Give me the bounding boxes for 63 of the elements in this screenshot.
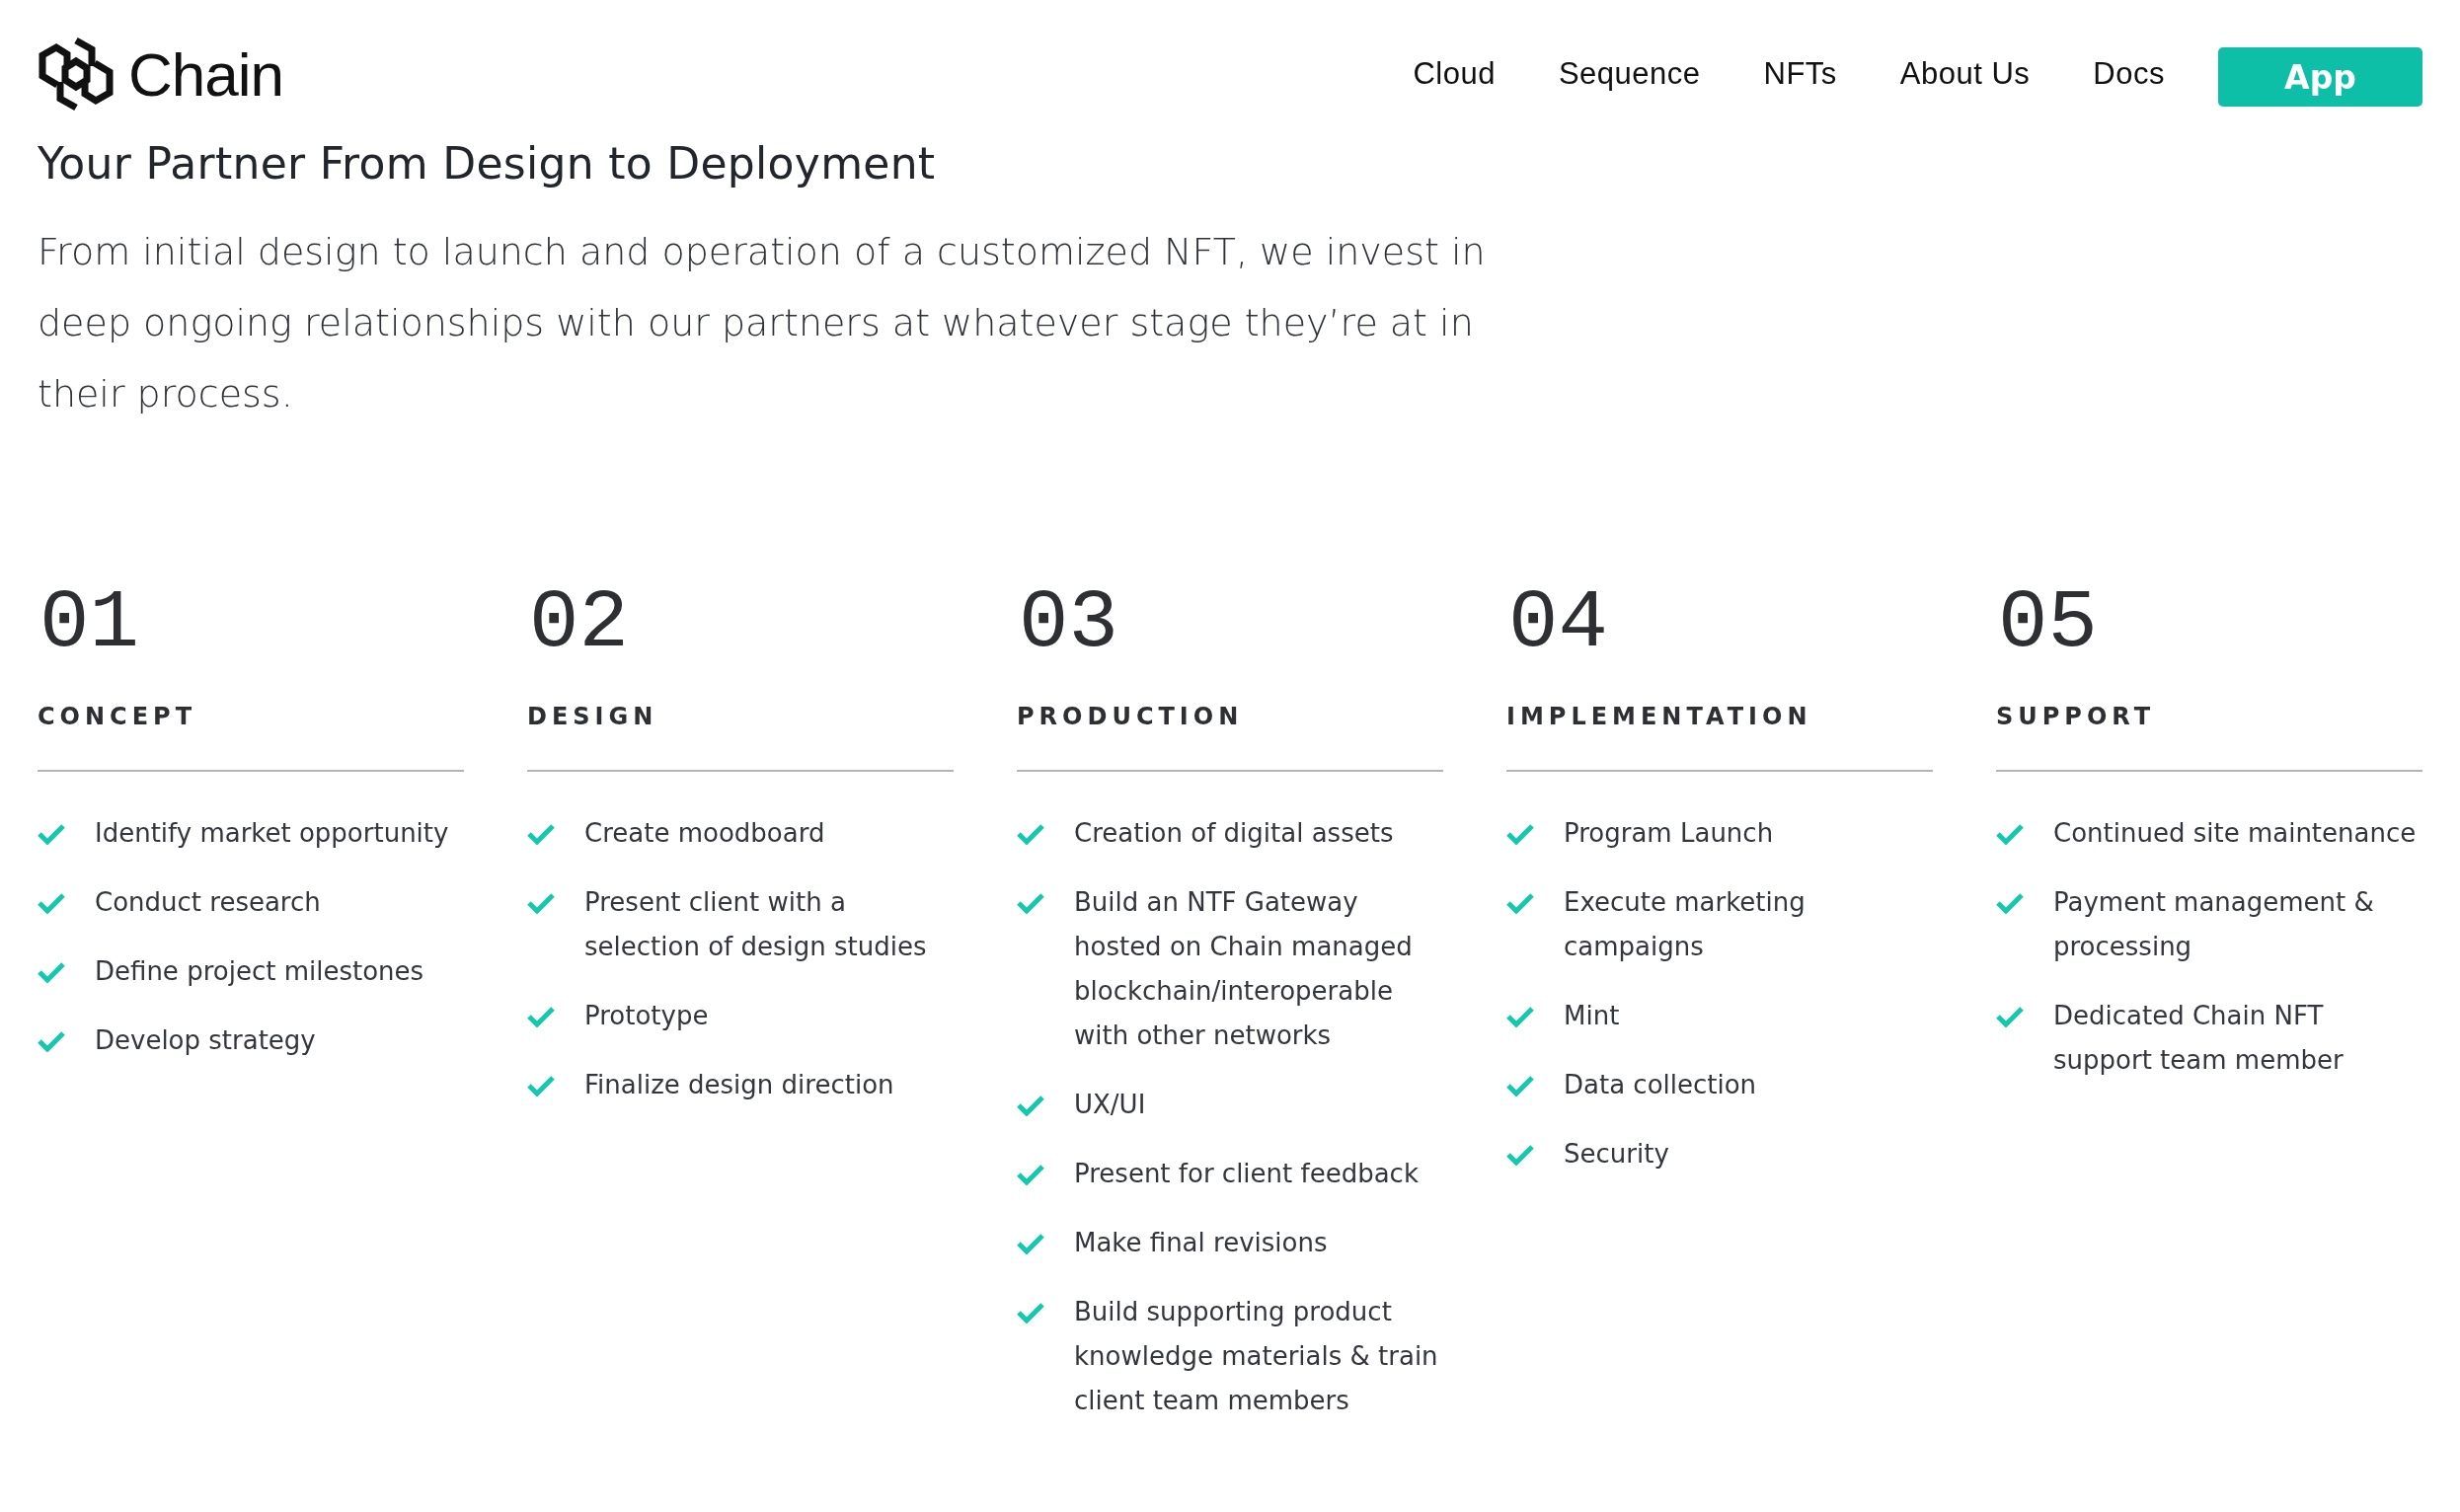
check-icon xyxy=(1017,1302,1044,1323)
check-icon xyxy=(1996,1006,2024,1027)
page-heading: Your Partner From Design to Deployment xyxy=(38,138,937,189)
check-icon xyxy=(1506,1144,1534,1166)
check-icon xyxy=(38,1030,65,1052)
logo-text: Chain xyxy=(128,38,283,110)
check-icon xyxy=(527,1075,555,1096)
nav-link[interactable]: About Us xyxy=(1899,56,2031,92)
check-icon xyxy=(1506,1075,1534,1096)
check-icon xyxy=(1996,892,2024,914)
check-icon xyxy=(1506,892,1534,914)
check-icon xyxy=(1996,823,2024,845)
step-title: DESIGN xyxy=(527,703,659,730)
step-title: SUPPORT xyxy=(1996,703,2157,730)
step-task: Mint xyxy=(1564,1000,1620,1032)
logo-icon xyxy=(38,37,115,112)
nav-link[interactable]: Cloud xyxy=(1413,56,1496,92)
check-icon xyxy=(38,823,65,845)
step-task: Creation of digital assets xyxy=(1074,817,1394,850)
step-title: IMPLEMENTATION xyxy=(1506,703,1813,730)
step-task: Create moodboard xyxy=(584,817,825,850)
check-icon xyxy=(1017,892,1044,914)
step-number: 02 xyxy=(529,582,630,665)
step-task: Security xyxy=(1564,1138,1669,1171)
check-icon xyxy=(527,823,555,845)
step-number: 03 xyxy=(1019,582,1119,665)
nav-link[interactable]: Docs xyxy=(2093,56,2165,92)
nav-link[interactable]: Sequence xyxy=(1558,56,1701,92)
check-icon xyxy=(527,1006,555,1027)
step-task: Present client with a selection of design studies xyxy=(584,886,928,963)
step-title: PRODUCTION xyxy=(1017,703,1245,730)
step-task: Program Launch xyxy=(1564,817,1774,850)
step-task: Execute marketing campaigns xyxy=(1564,886,1807,963)
step-task: Payment management & processing xyxy=(2053,886,2375,963)
step-task: Build supporting product knowledge materials & train client team members xyxy=(1074,1296,1439,1417)
step-task: Prototype xyxy=(584,1000,709,1032)
check-icon xyxy=(38,892,65,914)
step-task: Present for client feedback xyxy=(1074,1158,1419,1190)
step-title: CONCEPT xyxy=(38,703,198,730)
step-number: 04 xyxy=(1508,582,1609,665)
step-task: Develop strategy xyxy=(95,1024,316,1057)
check-icon xyxy=(1017,1233,1044,1254)
nav-link[interactable]: NFTs xyxy=(1763,56,1837,92)
step-task: Conduct research xyxy=(95,886,321,919)
step-task: Continued site maintenance xyxy=(2053,817,2417,850)
intro-paragraph: From initial design to launch and operation of a customized NFT, we invest in deep ongoing relationships with our partners at whatever stage they’re at in their process. xyxy=(38,229,1487,417)
step-task: Identify market opportunity xyxy=(95,817,449,850)
check-icon xyxy=(1017,823,1044,845)
step-task: Make final revisions xyxy=(1074,1227,1328,1259)
check-icon xyxy=(1506,1006,1534,1027)
step-task: UX/UI xyxy=(1074,1089,1146,1121)
step-task: Dedicated Chain NFT support team member xyxy=(2053,1000,2345,1077)
check-icon xyxy=(38,961,65,983)
step-task: Define project milestones xyxy=(95,955,424,988)
step-number: 01 xyxy=(39,582,140,665)
step-number: 05 xyxy=(1998,582,2099,665)
step-task: Build an NTF Gateway hosted on Chain managed blockchain/interoperable with other networks xyxy=(1074,886,1414,1052)
check-icon xyxy=(527,892,555,914)
check-icon xyxy=(1017,1095,1044,1116)
step-task: Data collection xyxy=(1564,1069,1757,1101)
check-icon xyxy=(1017,1164,1044,1185)
check-icon xyxy=(1506,823,1534,845)
step-task: Finalize design direction xyxy=(584,1069,894,1101)
